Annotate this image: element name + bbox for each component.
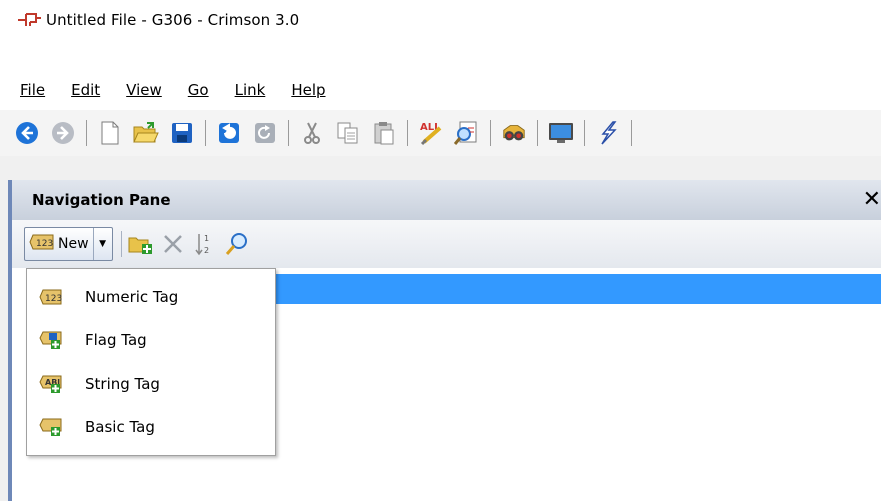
toolbar-separator (205, 120, 206, 146)
nav-toolbar-separator (120, 231, 122, 257)
new-file-icon[interactable] (97, 120, 123, 146)
save-icon[interactable] (169, 120, 195, 146)
lightning-icon[interactable] (595, 120, 621, 146)
menu-file[interactable]: File (18, 81, 47, 99)
menu-view[interactable]: View (124, 81, 164, 99)
menu-go[interactable]: Go (186, 81, 211, 99)
menu-link[interactable]: Link (233, 81, 268, 99)
sort-icon[interactable]: 12 (192, 231, 218, 257)
menu-item-label: Flag Tag (85, 331, 147, 349)
back-icon[interactable] (14, 120, 40, 146)
flag-tag-icon (39, 329, 63, 351)
menu-item-label: Basic Tag (85, 418, 155, 436)
menu-item-label: Numeric Tag (85, 288, 179, 306)
search-icon[interactable] (224, 231, 250, 257)
svg-text:2: 2 (204, 246, 209, 255)
window-title: Untitled File - G306 - Crimson 3.0 (46, 11, 300, 29)
new-dropdown-arrow-icon[interactable]: ▼ (94, 228, 112, 260)
find-icon[interactable] (454, 120, 480, 146)
numeric-tag-icon: 123 (29, 233, 55, 255)
paste-icon[interactable] (371, 120, 397, 146)
menu-item-string-tag[interactable]: ABl String Tag (27, 366, 275, 402)
nav-pane-close-icon[interactable]: ✕ (863, 187, 881, 212)
menu-item-flag-tag[interactable]: Flag Tag (27, 322, 275, 358)
redo-icon[interactable] (252, 120, 278, 146)
main-toolbar: ALL (0, 110, 881, 156)
title-bar: Untitled File - G306 - Crimson 3.0 (0, 0, 881, 40)
new-split-button: 123 New ▼ (24, 227, 113, 261)
menu-help[interactable]: Help (289, 81, 327, 99)
svg-text:1: 1 (204, 234, 209, 243)
delete-icon[interactable] (160, 231, 186, 257)
new-button[interactable]: 123 New (25, 228, 94, 260)
menu-item-basic-tag[interactable]: Basic Tag (27, 409, 275, 445)
menu-edit[interactable]: Edit (69, 81, 102, 99)
toolbar-separator (490, 120, 491, 146)
svg-text:123: 123 (36, 239, 53, 249)
menu-bar: File Edit View Go Link Help (0, 72, 881, 108)
open-folder-icon[interactable] (133, 120, 159, 146)
nav-pane-header: Navigation Pane ✕ (12, 180, 881, 220)
forward-icon[interactable] (50, 120, 76, 146)
monitor-icon[interactable] (548, 120, 574, 146)
menu-help-label: Help (291, 81, 326, 99)
copy-icon[interactable] (335, 120, 361, 146)
numeric-tag-icon: 123 (39, 286, 63, 308)
menu-link-label: Link (234, 81, 266, 99)
binoculars-icon[interactable] (501, 120, 527, 146)
nav-pane-title: Navigation Pane (32, 191, 171, 209)
new-folder-icon[interactable] (128, 231, 154, 257)
toolbar-separator (537, 120, 538, 146)
new-button-label: New (58, 236, 89, 252)
svg-text:123: 123 (45, 294, 62, 304)
basic-tag-icon (39, 416, 63, 438)
menu-go-label: Go (187, 81, 209, 99)
toolbar-separator (86, 120, 87, 146)
menu-item-label: String Tag (85, 375, 160, 393)
menu-item-numeric-tag[interactable]: 123 Numeric Tag (27, 279, 275, 315)
string-tag-icon: ABl (39, 373, 63, 395)
nav-pane-toolbar: 123 New ▼ 12 (12, 220, 881, 268)
cut-icon[interactable] (299, 120, 325, 146)
spell-all-icon[interactable]: ALL (418, 120, 444, 146)
toolbar-separator (407, 120, 408, 146)
toolbar-separator (288, 120, 289, 146)
selected-tree-row[interactable] (276, 274, 881, 304)
menu-view-label: View (126, 81, 162, 99)
toolbar-separator (631, 120, 632, 146)
crimson-app-icon (16, 8, 44, 32)
toolbar-separator (584, 120, 585, 146)
menu-edit-label: Edit (71, 81, 101, 99)
undo-icon[interactable] (216, 120, 242, 146)
new-tag-menu: 123 Numeric Tag Flag Tag ABl String Tag … (26, 268, 276, 456)
menu-file-label: File (20, 81, 46, 99)
